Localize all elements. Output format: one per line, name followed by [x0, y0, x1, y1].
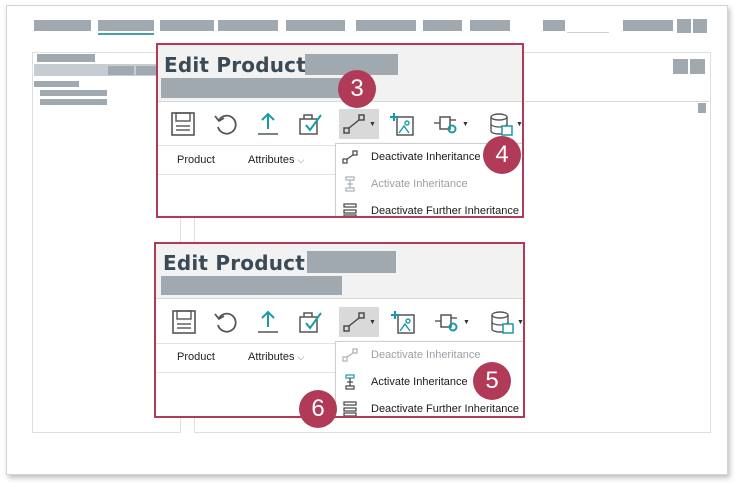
- nav-item-placeholder[interactable]: [34, 20, 91, 31]
- add-image-icon[interactable]: [391, 309, 417, 335]
- header-button-placeholder[interactable]: [693, 19, 707, 33]
- scrollbar-thumb[interactable]: [698, 103, 706, 113]
- chevron-down-icon[interactable]: ▼: [516, 121, 522, 128]
- nav-item-placeholder[interactable]: [160, 20, 214, 31]
- revert-icon[interactable]: [213, 111, 239, 137]
- nav-item-placeholder[interactable]: [543, 20, 565, 31]
- nav-item-placeholder[interactable]: [423, 20, 462, 31]
- editor-button-placeholder[interactable]: [673, 59, 688, 74]
- edit-product-panel-2: Edit Product: ▼ ▼ ▼ Product Attributes ⌵ …: [154, 242, 525, 418]
- navigator-title-placeholder: [37, 54, 95, 62]
- tab-attributes[interactable]: Attributes ⌵: [248, 351, 304, 363]
- save-icon[interactable]: [171, 309, 197, 335]
- nav-active-indicator: [98, 33, 154, 35]
- deactivate-inheritance-icon: [342, 149, 358, 165]
- nav-item-placeholder[interactable]: [98, 20, 154, 31]
- chevron-down-icon[interactable]: ▼: [462, 121, 469, 128]
- add-image-icon[interactable]: [390, 111, 416, 137]
- deactivate-further-inheritance-icon: [342, 401, 358, 416]
- nav-item-placeholder[interactable]: [218, 20, 278, 31]
- step-badge: 4: [483, 136, 521, 174]
- tab-attributes[interactable]: Attributes ⌵: [248, 154, 304, 166]
- product-id-redacted: [161, 78, 341, 98]
- approve-icon[interactable]: [297, 111, 323, 137]
- step-badge: 3: [338, 70, 376, 108]
- tab-product[interactable]: Product: [177, 154, 215, 166]
- editor-button-placeholder[interactable]: [690, 59, 705, 74]
- menu-item-activate-inheritance: Activate Inheritance: [336, 171, 522, 198]
- panel-title: Edit Product:: [164, 53, 315, 77]
- approve-icon[interactable]: [297, 309, 323, 335]
- chevron-down-icon[interactable]: ▼: [517, 319, 523, 326]
- save-icon[interactable]: [170, 111, 196, 137]
- product-id-redacted: [161, 276, 342, 295]
- header-button-placeholder[interactable]: [677, 19, 691, 33]
- tab-product[interactable]: Product: [177, 351, 215, 363]
- user-menu-placeholder[interactable]: [623, 20, 673, 31]
- editor-divider: [525, 101, 709, 102]
- hierarchy-settings-icon[interactable]: [434, 309, 460, 335]
- chevron-down-icon: ⌵: [297, 155, 305, 165]
- product-name-redacted: [307, 251, 396, 273]
- chevron-down-icon[interactable]: ▼: [369, 319, 376, 326]
- database-icon[interactable]: [489, 309, 515, 335]
- nav-item-placeholder[interactable]: [286, 20, 345, 31]
- activate-inheritance-icon: [342, 176, 358, 192]
- deactivate-inheritance-icon: [342, 347, 358, 363]
- step-badge: 6: [299, 390, 337, 428]
- inheritance-icon[interactable]: [341, 111, 367, 137]
- menu-item-deactivate-further-inheritance[interactable]: Deactivate Further Inheritance: [336, 198, 522, 216]
- nav-item-placeholder[interactable]: [356, 20, 416, 31]
- activate-inheritance-icon: [342, 374, 358, 390]
- database-icon[interactable]: [488, 111, 514, 137]
- navigator-button-placeholder[interactable]: [108, 66, 134, 75]
- deactivate-further-inheritance-icon: [342, 203, 358, 216]
- revert-icon[interactable]: [213, 309, 239, 335]
- hierarchy-settings-icon[interactable]: [433, 111, 459, 137]
- tree-node-placeholder[interactable]: [40, 90, 107, 96]
- tree-node-placeholder[interactable]: [34, 81, 79, 87]
- upload-icon[interactable]: [255, 309, 281, 335]
- tree-node-placeholder[interactable]: [40, 99, 107, 105]
- inheritance-icon[interactable]: [341, 309, 367, 335]
- panel-title: Edit Product:: [163, 251, 314, 275]
- nav-item-placeholder[interactable]: [470, 20, 510, 31]
- chevron-down-icon[interactable]: ▼: [463, 319, 470, 326]
- chevron-down-icon: ⌵: [297, 352, 305, 362]
- step-badge: 5: [473, 362, 511, 400]
- upload-icon[interactable]: [255, 111, 281, 137]
- search-underline: [567, 32, 609, 33]
- chevron-down-icon[interactable]: ▼: [369, 121, 376, 128]
- edit-product-panel-1: Edit Product: ▼ ▼ ▼ Product Attributes ⌵ …: [156, 43, 524, 218]
